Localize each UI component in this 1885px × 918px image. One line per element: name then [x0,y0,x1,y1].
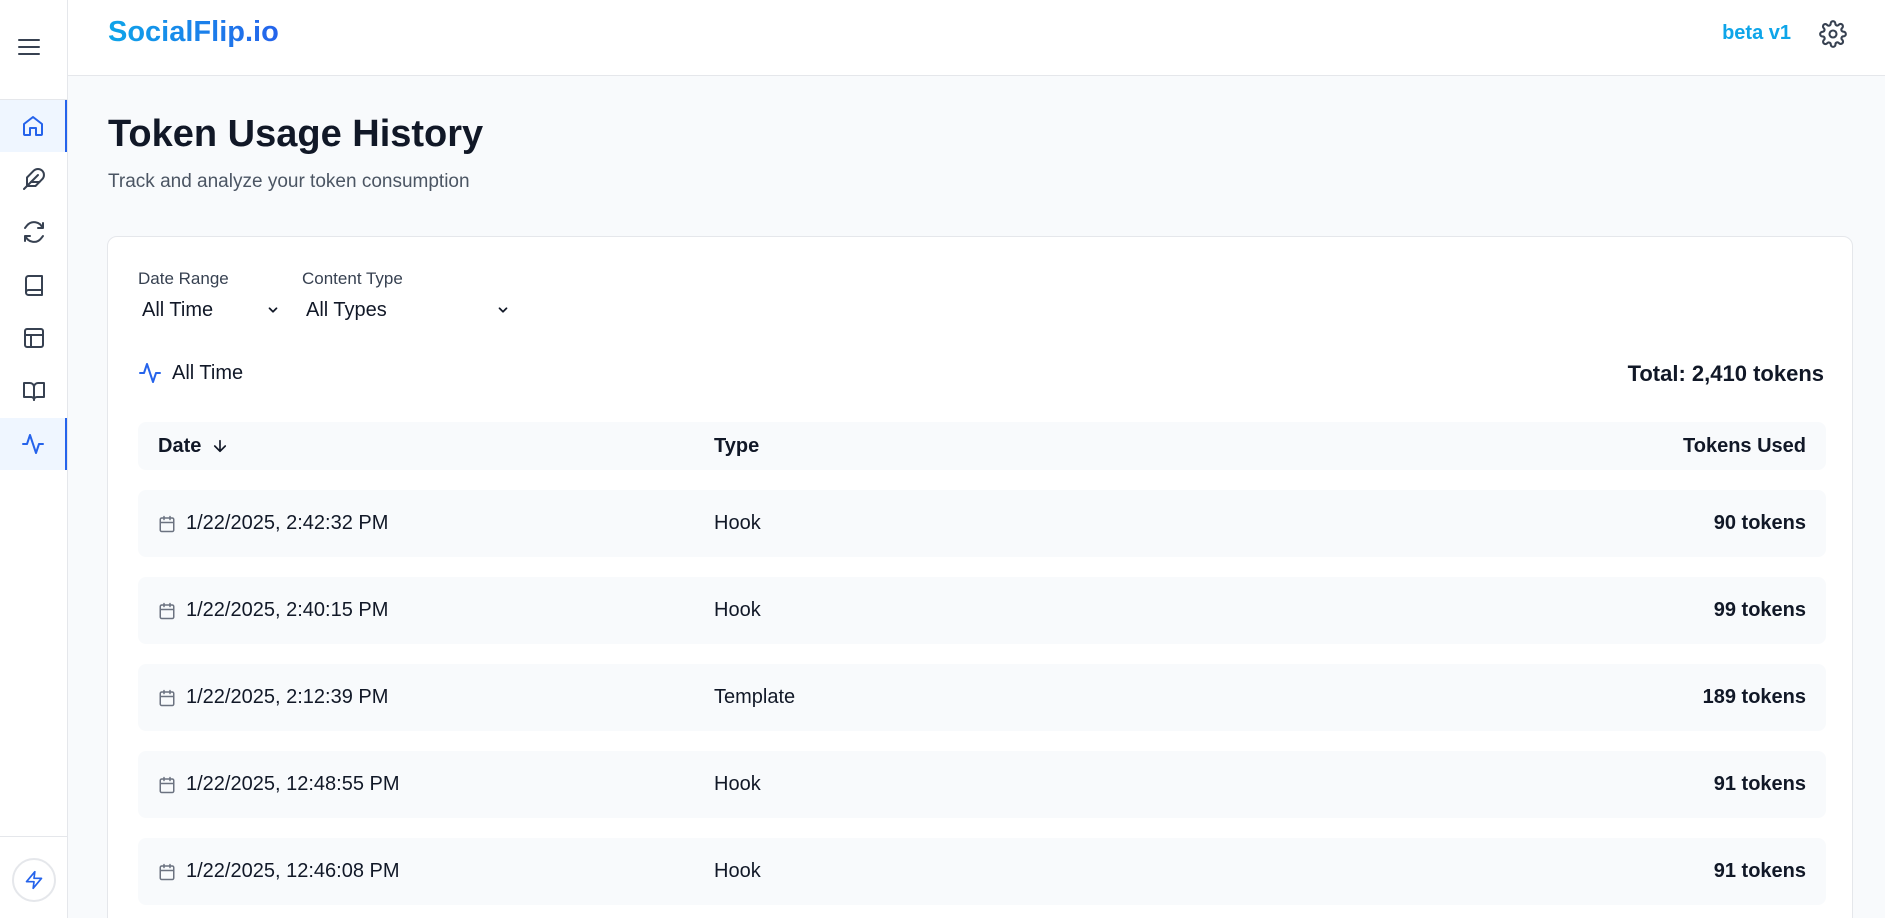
row-tokens: 99 tokens [1713,599,1806,621]
row-date: 1/22/2025, 2:42:32 PM [186,512,389,534]
activity-icon [21,434,44,454]
row-type: Hook [714,512,761,534]
chevron-down-icon [268,307,278,313]
activity-icon [139,363,161,383]
date-header-label: Date [158,434,202,457]
home-icon [22,116,43,136]
row-type: Hook [714,773,761,795]
tokens-column-header: Tokens Used [1683,434,1806,457]
range-label: All Time [172,361,244,384]
date-range-value: All Time [142,298,214,321]
date-range-label: Date Range [138,269,229,288]
row-type: Template [714,686,796,708]
arrow-down-icon [214,439,227,453]
calendar-icon [159,863,175,880]
date-range-select[interactable]: All Time [138,295,284,325]
total-tokens: Total: 2,410 tokens [1627,361,1824,386]
refresh-icon [23,221,44,243]
page-title: Token Usage History [108,113,484,155]
calendar-icon [159,689,175,706]
sidebar-divider [0,836,68,837]
sidebar-item-activity[interactable] [0,418,67,470]
brand-logo[interactable]: SocialFlip.io [108,16,279,49]
sidebar [0,0,68,918]
row-tokens: 91 tokens [1713,773,1806,795]
sidebar-item-home[interactable] [0,100,67,152]
calendar-icon [159,776,175,793]
row-tokens: 90 tokens [1713,512,1806,534]
calendar-icon [159,602,175,619]
sidebar-item-book-open[interactable] [0,365,67,417]
row-date: 1/22/2025, 2:40:15 PM [186,599,389,621]
gear-icon[interactable] [1819,20,1847,48]
top-bar: SocialFlip.io beta v1 [68,0,1885,76]
row-type: Hook [714,860,761,882]
token-meter[interactable] [12,858,56,902]
content-type-label: Content Type [302,269,403,288]
book-open-icon [22,382,45,401]
row-date: 1/22/2025, 2:12:39 PM [186,686,389,708]
row-date: 1/22/2025, 12:46:08 PM [186,860,400,882]
page-subtitle: Track and analyze your token consumption [108,171,470,192]
table-header: Date Type Tokens Used [138,422,1826,470]
table-row[interactable]: 1/22/2025, 12:46:08 PM Hook 91 tokens [138,838,1826,905]
table-row[interactable]: 1/22/2025, 2:40:15 PM Hook 99 tokens [138,577,1826,644]
table-row[interactable]: 1/22/2025, 12:48:55 PM Hook 91 tokens [138,751,1826,818]
bolt-icon [25,870,43,890]
version-badge: beta v1 [1722,22,1791,44]
sidebar-item-refresh[interactable] [0,206,67,258]
content-type-select[interactable]: All Types [302,295,514,325]
date-column-header[interactable]: Date [158,422,229,470]
sidebar-item-layout[interactable] [0,312,67,364]
menu-icon[interactable] [14,32,44,62]
row-date: 1/22/2025, 12:48:55 PM [186,773,400,795]
sidebar-item-book[interactable] [0,259,67,311]
row-tokens: 189 tokens [1702,686,1806,708]
table-row[interactable]: 1/22/2025, 2:12:39 PM Template 189 token… [138,664,1826,731]
type-column-header: Type [714,434,760,457]
calendar-icon [159,515,175,532]
book-icon [24,275,43,296]
range-summary: All Time [138,361,243,385]
row-tokens: 91 tokens [1713,860,1806,882]
layout-icon [23,328,44,348]
chevron-down-icon [498,307,508,313]
feather-icon [22,168,45,190]
table-row[interactable]: 1/22/2025, 2:42:32 PM Hook 90 tokens [138,490,1826,557]
row-type: Hook [714,599,761,621]
usage-card: Date Range All Time Content Type All Typ… [107,236,1853,918]
content-type-value: All Types [306,298,387,321]
sidebar-item-feather[interactable] [0,153,67,205]
